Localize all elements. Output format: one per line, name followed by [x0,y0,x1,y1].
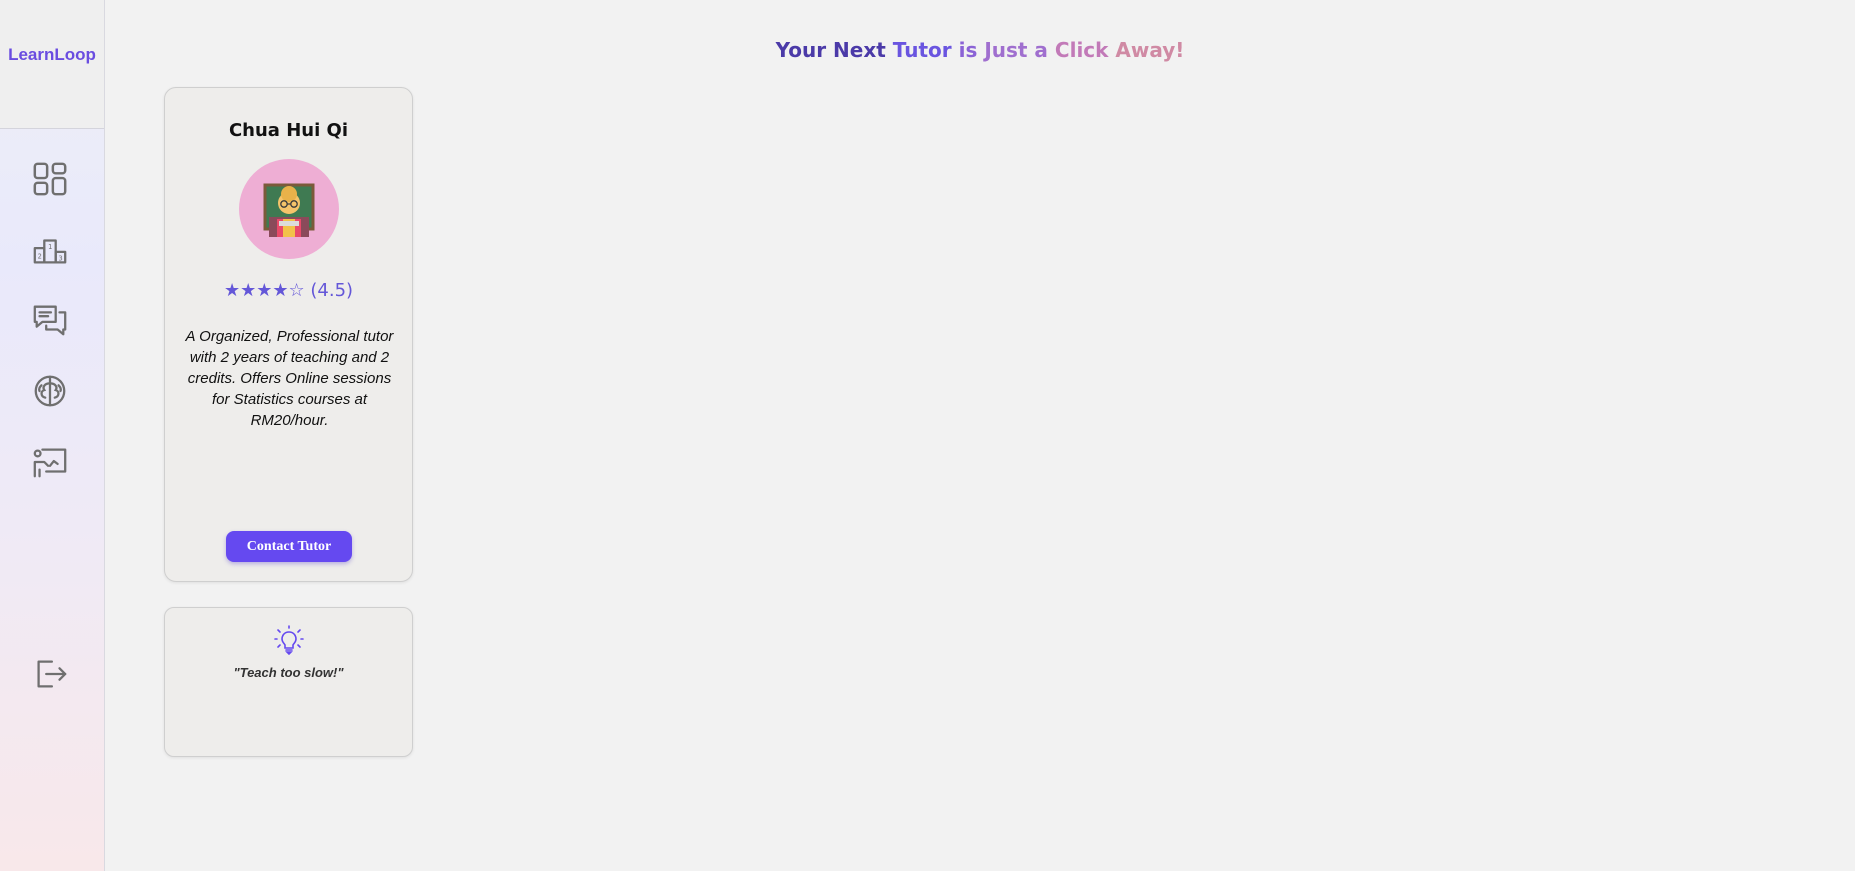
svg-text:2: 2 [38,253,42,261]
feedback-card: "Teach too slow!" [164,607,413,757]
headline-part: Click [1054,38,1109,62]
headline-part: Away! [1115,38,1185,62]
brand-logo[interactable]: LearnLoop [8,45,96,65]
sidebar: LearnLoop 2 1 3 [0,0,105,871]
teacher-emoji [263,183,315,237]
chat-icon[interactable] [28,298,72,342]
tutor-description: A Organized, Professional tutor with 2 y… [185,328,394,429]
rating-stars: ★★★★☆ [223,280,305,301]
contact-tutor-button[interactable]: Contact Tutor [226,531,352,562]
avatar [239,159,339,259]
headline-part: Just a [984,38,1048,62]
rating-value: (4.5) [310,280,354,301]
headline-part: Your Next [775,38,886,62]
svg-text:1: 1 [48,243,52,251]
lightbulb-icon [274,625,304,655]
svg-text:3: 3 [59,254,63,262]
brand-area: LearnLoop [0,0,104,129]
headline-part: is [958,38,978,62]
brain-icon[interactable] [28,369,72,413]
leaderboard-icon[interactable]: 2 1 3 [28,228,72,272]
headline-part: Tutor [892,38,952,62]
dashboard-icon[interactable] [28,157,72,201]
page-title: Your Next Tutor is Just a Click Away! [105,38,1855,62]
tutor-board-icon[interactable] [28,440,72,484]
feedback-quote: "Teach too slow!" [233,665,344,680]
tutor-card: Chua Hui Qi ★★★★☆ (4.5) A Organized, Pro… [164,87,413,582]
tutor-name: Chua Hui Qi [228,120,349,141]
logout-icon[interactable] [28,652,72,696]
rating: ★★★★☆ (4.5) [165,280,412,301]
